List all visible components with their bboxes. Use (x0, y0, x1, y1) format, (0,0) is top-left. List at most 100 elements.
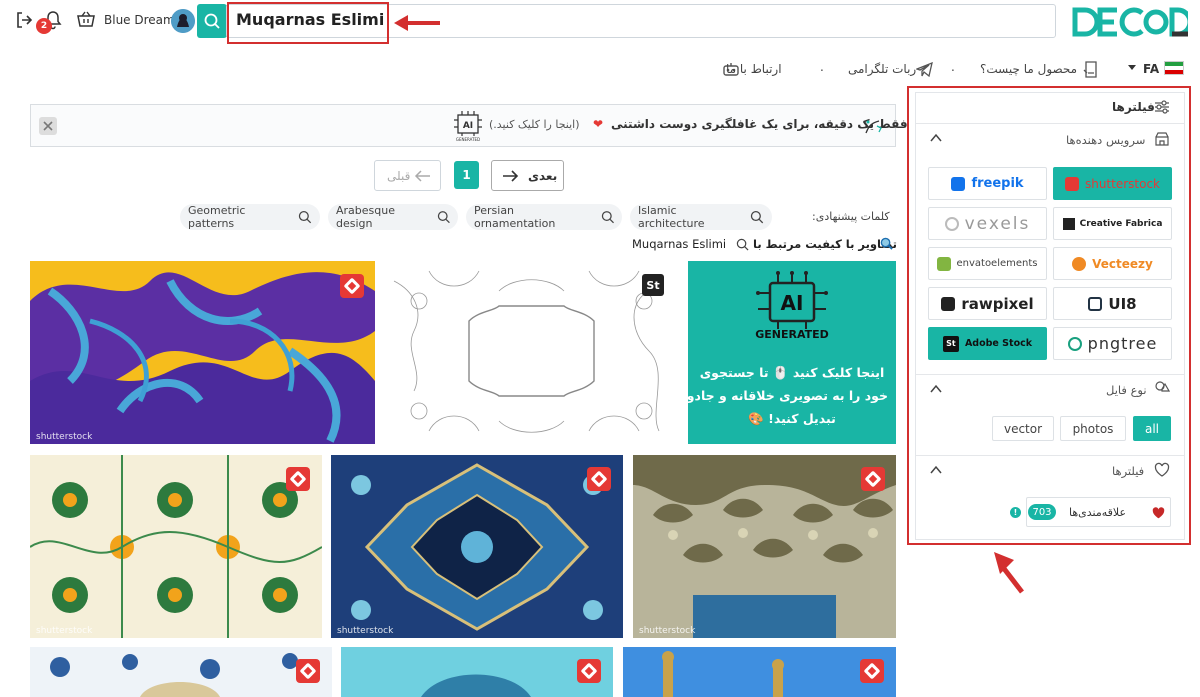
provider-creative-fabrica[interactable]: Creative Fabrica (1053, 207, 1172, 240)
muqarnas-ceiling-image (633, 455, 896, 638)
provider-envato[interactable]: envatoelements (928, 247, 1047, 280)
chevron-up-icon[interactable] (930, 384, 942, 394)
red-arrow-up-left-icon (994, 552, 1024, 594)
provider-pngtree[interactable]: pngtree (1053, 327, 1172, 360)
filter-sidebar: فیلترها سرویس دهنده‌ها shutterstock free… (915, 92, 1185, 540)
suggestion-text: Persian ornamentation (474, 204, 556, 230)
iran-flag-icon (1164, 61, 1184, 75)
promo-banner[interactable]: (اینجا را کلیک کنید.) ❤ فقط یک دقیقه، بر… (30, 104, 908, 147)
shutterstock-badge-icon (577, 659, 601, 683)
providers-section-title[interactable]: سرویس دهنده‌ها (1066, 133, 1145, 147)
prev-page-button[interactable]: قبلی (374, 160, 441, 191)
chevron-up-icon[interactable] (930, 465, 942, 475)
suggestion-text: Islamic architecture (638, 204, 705, 230)
rawpixel-logo-icon (941, 296, 956, 311)
favorites-count-badge: 703 (1028, 504, 1056, 520)
shutterstock-badge-icon (286, 467, 310, 491)
heart-filled-icon (1152, 507, 1165, 519)
notifications-bell-icon[interactable]: 2 (36, 8, 64, 34)
filetype-all[interactable]: all (1133, 416, 1171, 441)
provider-ui8[interactable]: UI8 (1053, 287, 1172, 320)
result-image[interactable]: shutterstock (30, 455, 322, 638)
what-is-product-link[interactable]: محصول ما چیست؟ (980, 62, 1077, 76)
provider-label: Adobe Stock (964, 338, 1033, 349)
ai-card-line3: تبدیل کنید! 🎨 (748, 411, 836, 426)
ui8-logo-icon (1088, 296, 1103, 311)
filetype-vector[interactable]: vector (992, 416, 1054, 441)
provider-label: rawpixel (961, 294, 1034, 313)
search-button[interactable] (197, 4, 227, 38)
username[interactable]: Blue Dream (104, 13, 175, 27)
suggestion-chip[interactable]: Persian ornamentation (466, 204, 622, 230)
provider-label: vexels (964, 213, 1031, 234)
freepik-logo-icon (951, 176, 966, 191)
secondary-nav: ارتباط با ما . ربات تلگرامی . محصول ما چ… (720, 58, 1190, 82)
floral-tile-image (30, 455, 322, 638)
ai-generate-card[interactable]: AI GENERATED اینجا کلیک کنید 🖱️ تا جستجو… (688, 261, 896, 444)
language-caret-icon[interactable] (1128, 65, 1136, 70)
result-image[interactable]: shutterstock (633, 455, 896, 638)
svg-text:AI: AI (463, 121, 473, 131)
telegram-icon (915, 61, 933, 77)
search-icon (299, 211, 312, 224)
result-image[interactable] (30, 647, 332, 697)
result-image[interactable]: St (389, 261, 674, 444)
result-image[interactable]: shutterstock (331, 455, 623, 638)
provider-adobe-stock[interactable]: St Adobe Stock (928, 327, 1047, 360)
gift-sparkle-icon (863, 117, 883, 137)
ai-card-badge: AI (780, 291, 804, 315)
suggestion-chip[interactable]: Arabesque design (328, 204, 458, 230)
provider-vexels[interactable]: vexels (928, 207, 1047, 240)
chevron-up-icon[interactable] (930, 133, 942, 143)
heart-emoji-icon: ❤ (593, 117, 604, 131)
heart-outline-icon (1154, 462, 1170, 477)
favorites-section-title[interactable]: فیلترها (1112, 464, 1144, 478)
suggestion-chip[interactable]: Islamic architecture (630, 204, 772, 230)
filetype-section-title[interactable]: نوع فایل (1106, 383, 1147, 397)
nav-separator: . (820, 60, 824, 74)
next-page-button[interactable]: بعدی (491, 160, 564, 191)
red-arrow-left-icon (394, 15, 440, 31)
provider-label: envatoelements (956, 258, 1038, 269)
suggestion-text: Arabesque design (336, 204, 395, 230)
suggestion-chip[interactable]: Geometric patterns (180, 204, 320, 230)
language-selector[interactable]: FA (1143, 62, 1159, 76)
info-icon[interactable]: ! (1010, 507, 1021, 518)
provider-shutterstock[interactable]: shutterstock (1053, 167, 1172, 200)
result-image[interactable] (341, 647, 613, 697)
favorites-label: علاقه‌مندی‌ها (1069, 506, 1127, 519)
suggestion-text: Geometric patterns (188, 204, 246, 230)
provider-vecteezy[interactable]: Vecteezy (1053, 247, 1172, 280)
close-banner-icon[interactable] (39, 117, 57, 135)
provider-label: freepik (971, 176, 1024, 191)
provider-freepik[interactable]: freepik (928, 167, 1047, 200)
result-image[interactable]: shutterstock (30, 261, 375, 444)
decod-logo[interactable] (1072, 4, 1188, 40)
provider-rawpixel[interactable]: rawpixel (928, 287, 1047, 320)
banner-link[interactable]: (اینجا را کلیک کنید.) (489, 118, 580, 131)
shutterstock-badge-icon (296, 659, 320, 683)
shutterstock-badge-icon (861, 467, 885, 491)
mosque-sky-image (623, 647, 896, 697)
image-watermark: shutterstock (639, 626, 696, 636)
page-1-button[interactable]: 1 (454, 161, 479, 189)
adobe-stock-logo-icon: St (942, 335, 959, 352)
result-image[interactable] (623, 647, 896, 697)
cart-basket-icon[interactable] (76, 9, 96, 29)
search-icon (601, 211, 614, 224)
user-avatar[interactable] (171, 9, 195, 33)
logout-icon[interactable] (14, 10, 34, 30)
search-highlight-box (227, 2, 389, 44)
telegram-bot-link[interactable]: ربات تلگرامی (848, 62, 916, 76)
svg-text:GENERATED: GENERATED (456, 137, 480, 142)
contact-link[interactable]: ارتباط با ما (726, 62, 782, 76)
provider-label: Vecteezy (1092, 256, 1153, 271)
filetype-photos[interactable]: photos (1060, 416, 1126, 441)
next-page-label: بعدی (528, 169, 558, 183)
vecteezy-logo-icon (1072, 256, 1087, 271)
provider-label: UI8 (1108, 294, 1137, 313)
shutterstock-logo-icon (1064, 176, 1079, 191)
provider-label: shutterstock (1084, 176, 1161, 191)
ai-card-line2: خود را به تصویری خلاقانه و جادویی (688, 388, 888, 403)
search-icon (204, 13, 220, 29)
